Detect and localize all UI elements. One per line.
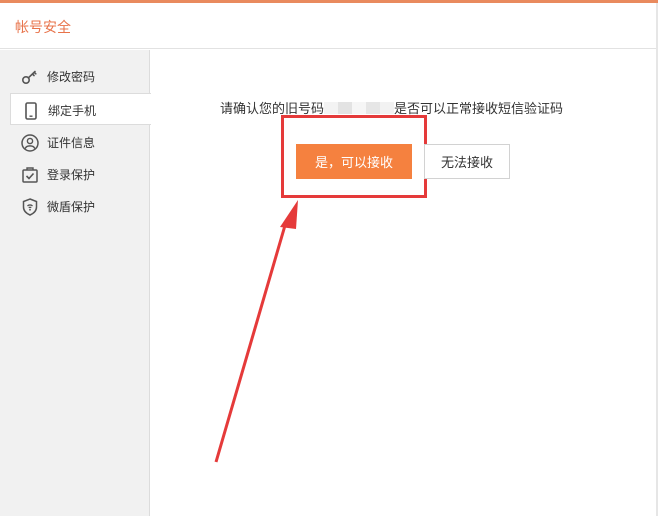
sidebar-item-bind-phone[interactable]: 绑定手机 xyxy=(10,93,151,125)
sidebar-item-login-protection[interactable]: 登录保护 xyxy=(0,158,150,190)
page-header: 帐号安全 xyxy=(0,3,658,49)
sidebar-item-label: 微盾保护 xyxy=(47,200,96,214)
login-check-icon xyxy=(22,167,38,183)
shield-icon xyxy=(22,198,38,216)
sidebar: 修改密码 绑定手机 证件信息 登录保护 微盾保护 xyxy=(0,50,151,516)
confirm-receive-button[interactable]: 是，可以接收 xyxy=(296,144,412,179)
masked-phone-number xyxy=(324,102,395,114)
sidebar-item-id-info[interactable]: 证件信息 xyxy=(0,126,150,158)
sidebar-item-change-password[interactable]: 修改密码 xyxy=(0,60,150,92)
sidebar-item-label: 修改密码 xyxy=(47,70,96,84)
sidebar-item-label: 证件信息 xyxy=(47,136,96,150)
cannot-receive-button[interactable]: 无法接收 xyxy=(424,144,510,179)
key-icon xyxy=(21,70,37,85)
sidebar-item-shield-protection[interactable]: 微盾保护 xyxy=(0,190,150,222)
sidebar-item-label: 绑定手机 xyxy=(48,104,97,118)
phone-icon xyxy=(25,102,37,120)
page-title: 帐号安全 xyxy=(15,20,71,36)
sidebar-item-label: 登录保护 xyxy=(47,168,96,182)
id-person-icon xyxy=(21,134,39,152)
